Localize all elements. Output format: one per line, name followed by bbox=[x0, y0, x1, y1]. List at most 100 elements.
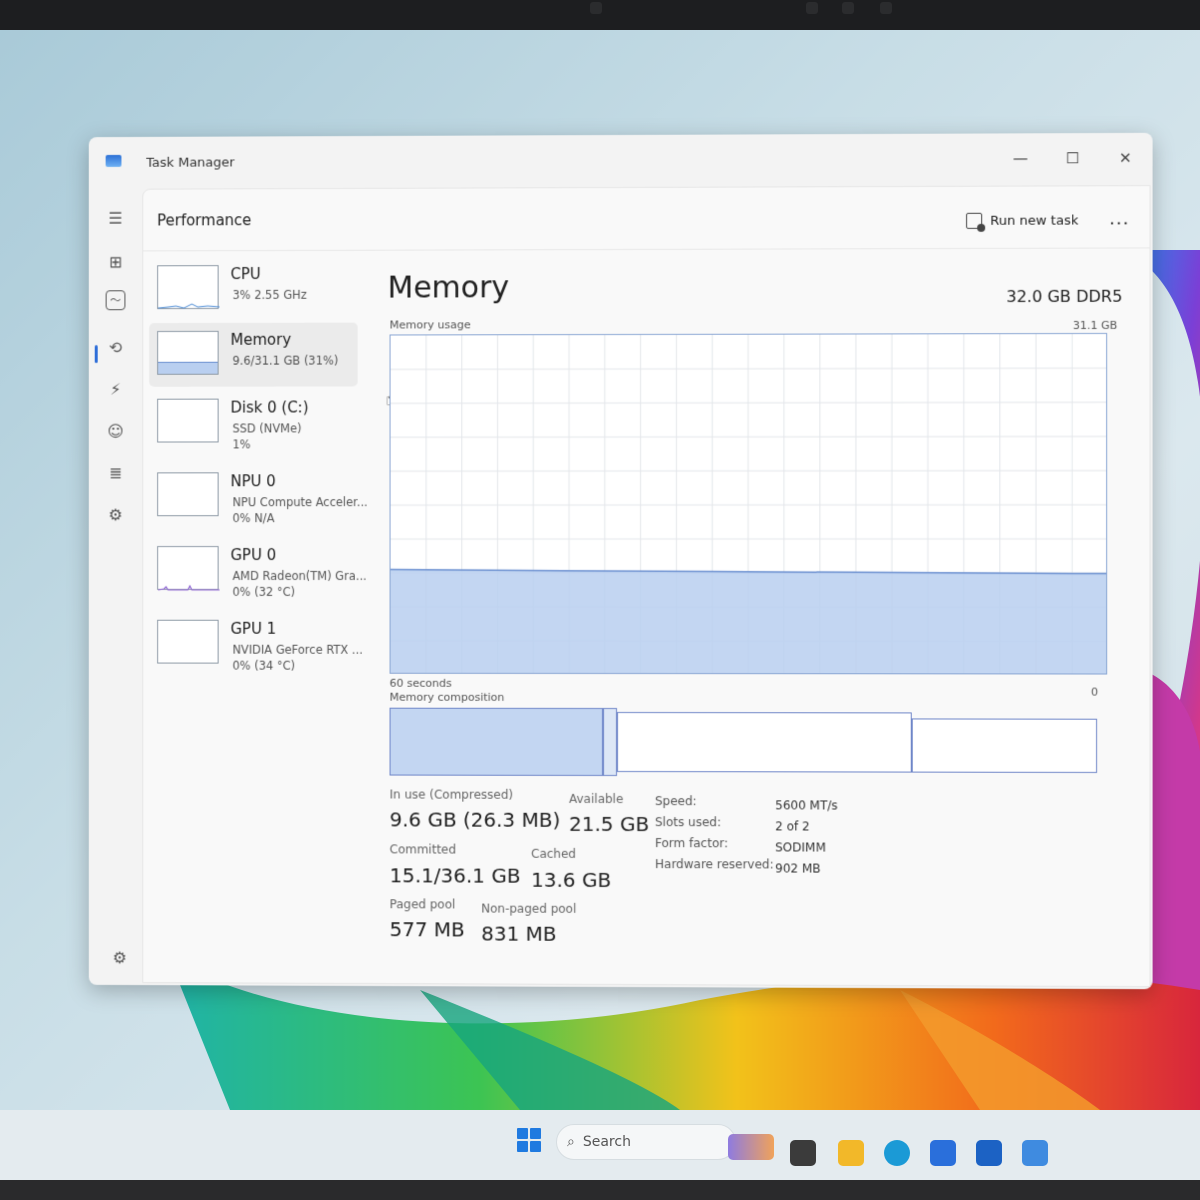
time-axis-label: 60 seconds bbox=[389, 676, 452, 690]
more-options-button[interactable]: ... bbox=[1109, 208, 1129, 229]
copilot-icon[interactable] bbox=[728, 1134, 774, 1160]
cached-label: Cached bbox=[531, 846, 576, 861]
camera-icon bbox=[590, 2, 602, 14]
task-manager-taskbar-icon[interactable] bbox=[1022, 1140, 1048, 1166]
perf-item-name: Disk 0 (C:) bbox=[230, 398, 309, 417]
perf-item-npu[interactable]: NPU 0 NPU Compute Acceler... 0% N/A bbox=[149, 464, 368, 528]
app-icon[interactable] bbox=[976, 1140, 1002, 1166]
perf-item-name: CPU bbox=[230, 265, 261, 284]
performance-list: CPU 3% 2.55 GHz Memory 9.6/31.1 GB (31%)… bbox=[143, 251, 368, 979]
page-title: Performance bbox=[157, 211, 252, 230]
memory-title: Memory bbox=[387, 270, 510, 306]
sensor-icon bbox=[806, 2, 818, 14]
processes-icon[interactable]: ⊞ bbox=[103, 248, 129, 274]
windows-logo-icon bbox=[517, 1128, 528, 1139]
main-content: Performance Run new task ... CPU 3% 2.55… bbox=[142, 185, 1151, 988]
settings-gear-icon[interactable]: ⚙ bbox=[113, 948, 127, 967]
windows-logo-icon bbox=[530, 1128, 541, 1139]
available-value: 21.5 GB bbox=[569, 811, 650, 837]
run-new-task-button[interactable]: Run new task bbox=[966, 212, 1079, 229]
perf-item-detail: 3% 2.55 GHz bbox=[232, 287, 307, 302]
in-use-label: In use (Compressed) bbox=[389, 787, 514, 802]
window-title: Task Manager bbox=[146, 155, 235, 171]
perf-item-cpu[interactable]: CPU 3% 2.55 GHz bbox=[149, 257, 357, 321]
hardware-reserved-value: 902 MB bbox=[775, 861, 821, 876]
minimize-icon: — bbox=[1012, 149, 1029, 168]
speed-value: 5600 MT/s bbox=[775, 798, 838, 813]
memory-composition-bar bbox=[389, 707, 1098, 777]
memory-usage-svg bbox=[390, 334, 1108, 675]
details-icon[interactable]: ≣ bbox=[103, 459, 129, 485]
maximize-button[interactable]: ☐ bbox=[1056, 143, 1090, 173]
file-explorer-icon[interactable] bbox=[838, 1140, 864, 1166]
taskbar-search[interactable]: ⌕ Search bbox=[556, 1124, 736, 1160]
close-button[interactable]: ✕ bbox=[1108, 143, 1142, 173]
available-label: Available bbox=[569, 791, 624, 807]
perf-item-detail-2: 1% bbox=[232, 437, 251, 452]
users-icon[interactable]: ☺ bbox=[103, 418, 129, 444]
store-icon[interactable] bbox=[930, 1140, 956, 1166]
speed-label: Speed: bbox=[655, 794, 697, 809]
memory-total: 32.0 GB DDR5 bbox=[1006, 286, 1123, 307]
maximize-icon: ☐ bbox=[1066, 149, 1080, 168]
performance-icon[interactable]: 〜 bbox=[105, 290, 126, 311]
title-bar[interactable]: Task Manager — ☐ ✕ bbox=[89, 133, 1153, 189]
minimize-button[interactable]: — bbox=[1003, 143, 1037, 173]
grid-line bbox=[391, 471, 1108, 472]
gpu0-thumbnail bbox=[157, 546, 218, 590]
services-icon[interactable]: ⚙ bbox=[103, 501, 129, 527]
cpu-thumbnail bbox=[157, 265, 218, 309]
committed-label: Committed bbox=[389, 842, 457, 857]
perf-item-detail: SSD (NVMe) bbox=[232, 421, 302, 436]
task-manager-app-icon bbox=[105, 154, 122, 167]
app-history-icon[interactable]: ⟲ bbox=[103, 334, 129, 360]
composition-modified bbox=[603, 707, 618, 776]
perf-item-detail: 9.6/31.1 GB (31%) bbox=[232, 353, 339, 368]
perf-item-gpu1[interactable]: GPU 1 NVIDIA GeForce RTX ... 0% (34 °C) bbox=[149, 612, 363, 676]
perf-item-detail-2: 0% N/A bbox=[232, 511, 275, 526]
nonpaged-pool-value: 831 MB bbox=[481, 921, 557, 946]
gpu1-thumbnail bbox=[157, 619, 219, 664]
nav-rail: ☰ ⊞ 〜 ⟲ ⚡ ☺ ≣ ⚙ ⚙ bbox=[89, 189, 142, 985]
in-use-value: 9.6 GB (26.3 MB) bbox=[389, 807, 561, 832]
npu-thumbnail bbox=[157, 472, 219, 517]
monitor-bezel bbox=[0, 0, 1200, 30]
slots-label: Slots used: bbox=[655, 815, 722, 830]
edge-icon[interactable] bbox=[884, 1140, 910, 1166]
paged-pool-value: 577 MB bbox=[389, 917, 465, 942]
memory-usage-max: 31.1 GB bbox=[1072, 318, 1118, 333]
start-button[interactable] bbox=[517, 1128, 541, 1152]
hamburger-menu-icon[interactable]: ☰ bbox=[103, 205, 129, 231]
composition-free bbox=[911, 718, 1098, 773]
hardware-reserved-label: Hardware reserved: bbox=[655, 857, 774, 872]
perf-item-memory[interactable]: Memory 9.6/31.1 GB (31%) bbox=[149, 322, 358, 387]
run-new-task-label: Run new task bbox=[990, 212, 1079, 229]
task-manager-window: Task Manager — ☐ ✕ ☰ ⊞ 〜 ⟲ ⚡ ☺ ≣ ⚙ ⚙ Per… bbox=[88, 132, 1153, 990]
perf-item-detail-2: 0% (34 °C) bbox=[232, 658, 296, 673]
memory-usage-label: Memory usage bbox=[389, 318, 471, 332]
perf-item-detail: AMD Radeon(TM) Gra... bbox=[232, 568, 367, 583]
startup-apps-icon[interactable]: ⚡ bbox=[103, 376, 129, 402]
memory-usage-area bbox=[390, 569, 1108, 675]
search-placeholder: Search bbox=[582, 1134, 631, 1150]
perf-item-name: GPU 0 bbox=[230, 546, 277, 564]
form-factor-label: Form factor: bbox=[655, 836, 729, 851]
perf-item-disk[interactable]: Disk 0 (C:) SSD (NVMe) 1% bbox=[149, 390, 357, 454]
perf-item-gpu0[interactable]: GPU 0 AMD Radeon(TM) Gra... 0% (32 °C) bbox=[149, 538, 367, 602]
monitor-bottom-bezel bbox=[0, 1180, 1200, 1200]
perf-item-detail-2: 0% (32 °C) bbox=[232, 584, 296, 599]
nonpaged-pool-label: Non-paged pool bbox=[481, 901, 577, 916]
paged-pool-label: Paged pool bbox=[389, 897, 456, 912]
task-view-icon[interactable] bbox=[790, 1140, 816, 1166]
cached-value: 13.6 GB bbox=[531, 867, 612, 892]
page-header: Performance Run new task ... bbox=[143, 186, 1150, 252]
memory-usage-chart bbox=[389, 332, 1108, 675]
sensor-icon bbox=[842, 2, 854, 14]
perf-item-name: NPU 0 bbox=[230, 472, 276, 491]
memory-thumbnail-fill bbox=[158, 362, 218, 374]
memory-thumbnail bbox=[157, 330, 219, 375]
memory-composition-label: Memory composition bbox=[389, 690, 505, 704]
slots-value: 2 of 2 bbox=[775, 819, 810, 834]
run-task-icon bbox=[966, 212, 983, 229]
form-factor-value: SODIMM bbox=[775, 840, 826, 855]
